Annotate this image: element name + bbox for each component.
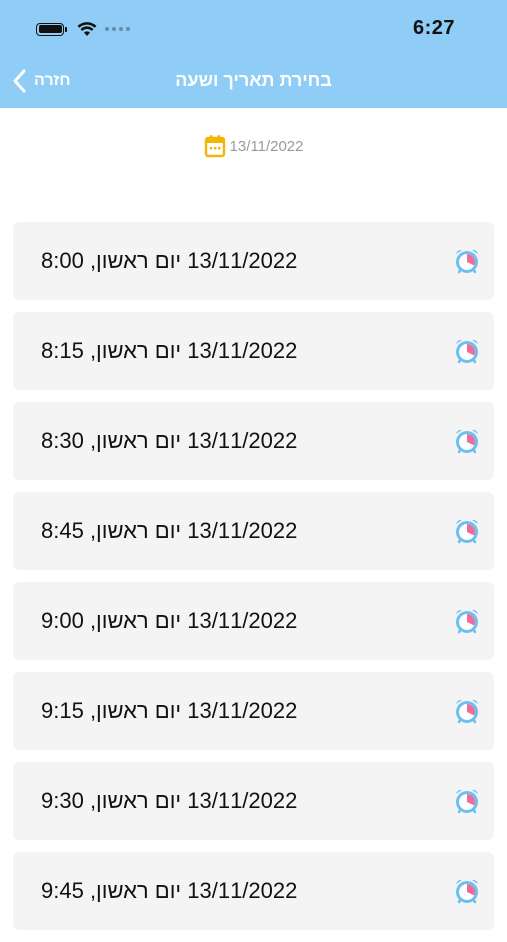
time-slot-label: 13/11/2022 יום ראשון, 9:15 <box>41 698 298 723</box>
page-title: בחירת תאריך ושעה <box>175 70 332 90</box>
time-slot-row[interactable]: 13/11/2022 יום ראשון, 9:30 <box>13 762 494 840</box>
time-slot-label: 13/11/2022 יום ראשון, 8:30 <box>41 428 298 453</box>
signal-dots-icon <box>105 27 130 31</box>
alarm-clock-icon <box>456 519 478 544</box>
time-slot-row[interactable]: 13/11/2022 יום ראשון, 9:45 <box>13 852 494 930</box>
battery-tip <box>65 26 67 32</box>
time-slot-row[interactable]: 13/11/2022 יום ראשון, 9:00 <box>13 582 494 660</box>
status-time: 6:27 <box>412 17 455 39</box>
battery-icon <box>36 22 64 36</box>
date-selector[interactable]: 13/11/2022 <box>0 133 507 159</box>
time-slot-row[interactable]: 13/11/2022 יום ראשון, 8:15 <box>13 312 494 390</box>
time-slot-label: 13/11/2022 יום ראשון, 8:00 <box>41 248 298 273</box>
top-bar: 6:27 חזרה בחירת תאריך ושעה <box>0 0 507 108</box>
status-indicators <box>36 20 130 38</box>
calendar-icon <box>204 135 225 158</box>
alarm-clock-icon <box>456 339 478 364</box>
time-slot-row[interactable]: 13/11/2022 יום ראשון, 8:45 <box>13 492 494 570</box>
time-slot-label: 13/11/2022 יום ראשון, 9:00 <box>41 608 298 633</box>
wifi-icon <box>77 22 97 36</box>
alarm-clock-icon <box>456 699 478 724</box>
time-slot-row[interactable]: 13/11/2022 יום ראשון, 8:00 <box>13 222 494 300</box>
time-slot-list: 13/11/2022 יום ראשון, 8:00 13/11/2022 יו… <box>13 222 494 942</box>
alarm-clock-icon <box>456 609 478 634</box>
time-slot-label: 13/11/2022 יום ראשון, 9:45 <box>41 878 298 903</box>
alarm-clock-icon <box>456 789 478 814</box>
alarm-clock-icon <box>456 429 478 454</box>
time-slot-row[interactable]: 13/11/2022 יום ראשון, 9:15 <box>13 672 494 750</box>
time-slot-label: 13/11/2022 יום ראשון, 8:15 <box>41 338 298 363</box>
alarm-clock-icon <box>456 249 478 274</box>
time-slot-label: 13/11/2022 יום ראשון, 9:30 <box>41 788 298 813</box>
time-slot-row[interactable]: 13/11/2022 יום ראשון, 8:30 <box>13 402 494 480</box>
alarm-clock-icon <box>456 879 478 904</box>
selected-date: 13/11/2022 <box>229 137 304 155</box>
time-slot-label: 13/11/2022 יום ראשון, 8:45 <box>41 518 298 543</box>
